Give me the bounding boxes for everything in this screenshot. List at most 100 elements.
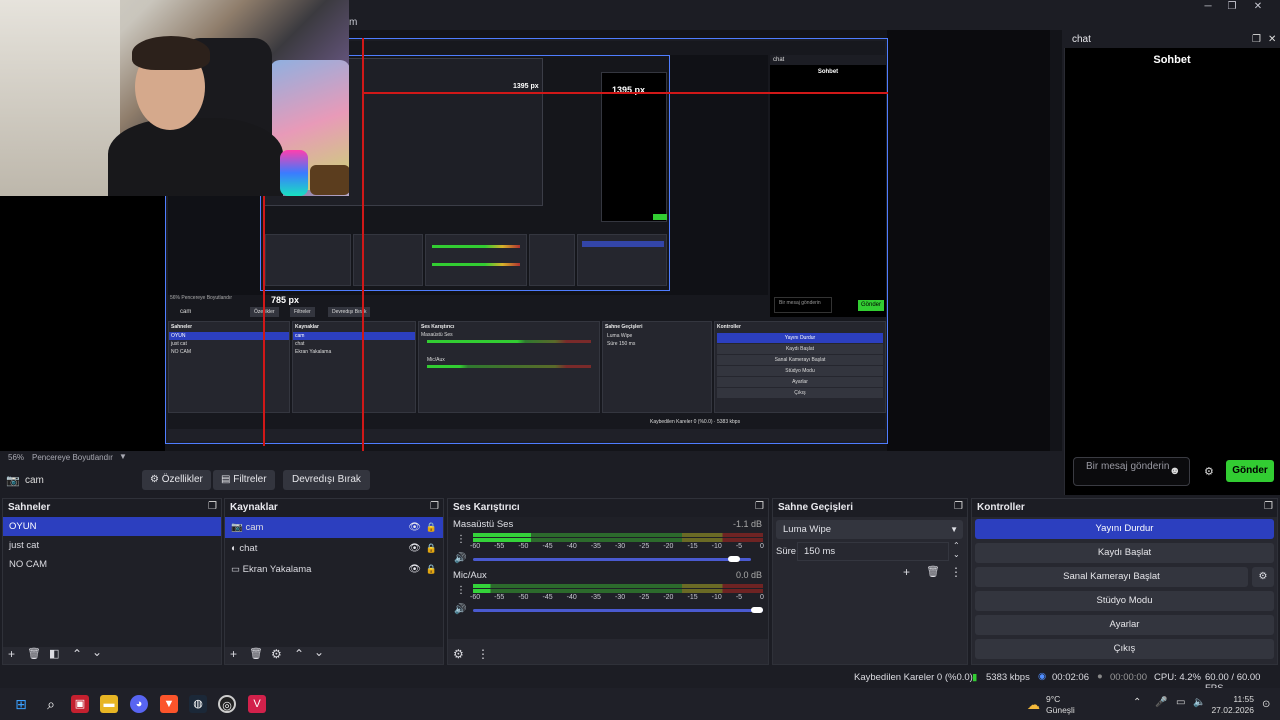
properties-button[interactable]: ⚙ Özellikler xyxy=(142,470,211,490)
speaker-icon[interactable]: 🔊 xyxy=(454,553,466,564)
mic-icon[interactable]: 🎤 xyxy=(1155,697,1167,708)
gear-icon[interactable]: ⚙ xyxy=(453,647,464,661)
source-item[interactable]: ▭ Ekran Yakalama 👁 🔒 xyxy=(225,559,443,580)
scene-item[interactable]: NO CAM xyxy=(3,555,221,574)
close-icon[interactable]: ✕ xyxy=(1268,34,1276,45)
tray-chevron-icon[interactable]: ⌃ xyxy=(1133,697,1141,708)
scene-item[interactable]: OYUN xyxy=(3,517,221,536)
scene-filters-icon[interactable]: ◧ xyxy=(49,647,59,660)
clock-time[interactable]: 11:55 xyxy=(1224,694,1254,704)
guide-line-vertical-2 xyxy=(263,196,265,446)
inner-dock-sources: Kaynaklar cam chat Ekran Yakalama xyxy=(292,321,416,413)
spin-down-icon[interactable]: ⌄ xyxy=(953,550,960,559)
volume-slider-thumb[interactable] xyxy=(751,607,763,613)
eye-icon[interactable]: 👁 xyxy=(408,517,421,538)
record-time: 00:00:00 xyxy=(1110,672,1147,683)
search-icon[interactable]: ⌕ xyxy=(42,695,60,713)
inner-meter-0 xyxy=(427,340,591,343)
undock-icon[interactable]: ❐ xyxy=(1264,501,1273,512)
mixer-dock-title: Ses Karıştırıcı xyxy=(448,499,768,517)
move-up-icon[interactable]: ⌃ xyxy=(294,647,304,661)
gear-icon[interactable]: ⚙ xyxy=(1252,567,1274,587)
discord-icon[interactable]: ◕ xyxy=(130,695,148,713)
exit-button[interactable]: Çıkış xyxy=(975,639,1274,659)
undock-icon[interactable]: ❐ xyxy=(755,501,764,512)
undock-icon[interactable]: ❐ xyxy=(208,501,217,512)
inner-zoom: 56% Pencereye Boyutlandır xyxy=(170,295,232,301)
settings-button[interactable]: Ayarlar xyxy=(975,615,1274,635)
properties-label: Özellikler xyxy=(161,474,203,485)
inner-source-0: cam xyxy=(293,332,415,340)
kebab-menu-icon[interactable]: ⋮ xyxy=(950,565,962,579)
lock-icon[interactable]: 🔒 xyxy=(426,538,437,559)
transition-select[interactable]: Luma Wipe ▼ xyxy=(776,520,963,539)
chevron-down-icon[interactable]: ▼ xyxy=(119,452,127,461)
move-down-icon[interactable]: ⌄ xyxy=(92,645,102,659)
add-source-icon[interactable]: + xyxy=(230,647,237,661)
steam-icon[interactable]: ◍ xyxy=(189,695,207,713)
studio-mode-button[interactable]: Stüdyo Modu xyxy=(975,591,1274,611)
weather-icon: ☁ xyxy=(1027,697,1040,712)
add-transition-icon[interactable]: + xyxy=(903,565,910,579)
minimize-icon[interactable]: ─ xyxy=(1196,0,1220,14)
source-item[interactable]: 📷 cam 👁 🔒 xyxy=(225,517,443,538)
app-icon-red[interactable]: ▣ xyxy=(71,695,89,713)
inner-filters: Filtreler xyxy=(290,307,315,317)
kebab-menu-icon[interactable]: ⋮ xyxy=(456,534,466,545)
undock-icon[interactable]: ❐ xyxy=(954,501,963,512)
clock-date[interactable]: 27.02.2026 xyxy=(1210,705,1254,715)
eye-icon[interactable]: 👁 xyxy=(408,559,421,580)
trash-icon[interactable]: 🗑 xyxy=(249,647,263,660)
valorant-icon[interactable]: V xyxy=(248,695,266,713)
volume-slider-thumb[interactable] xyxy=(727,556,740,562)
stop-streaming-button[interactable]: Yayını Durdur xyxy=(975,519,1274,539)
inner-chat-header: Sohbet xyxy=(817,69,839,75)
kebab-menu-icon[interactable]: ⋮ xyxy=(477,647,489,661)
webcam-source[interactable] xyxy=(0,0,349,196)
move-down-icon[interactable]: ⌄ xyxy=(314,645,324,659)
settings-icon[interactable]: ⚙ xyxy=(1204,465,1214,478)
lock-icon[interactable]: 🔒 xyxy=(426,517,437,538)
emoji-icon[interactable]: ☻ xyxy=(1169,465,1181,477)
undock-icon[interactable]: ❐ xyxy=(1252,34,1261,45)
start-recording-button[interactable]: Kaydı Başlat xyxy=(975,543,1274,563)
windows-start-icon[interactable]: ⊞ xyxy=(12,695,30,713)
zoom-mode-dropdown[interactable]: Pencereye Boyutlandır xyxy=(32,453,113,462)
chat-dock-title: chat xyxy=(1072,34,1091,45)
filters-button[interactable]: ▤ Filtreler xyxy=(213,470,275,490)
trash-icon[interactable]: 🗑 xyxy=(926,565,940,578)
speaker-icon[interactable]: 🔊 xyxy=(454,604,466,615)
source-item[interactable]: ◐ chat 👁 🔒 xyxy=(225,538,443,559)
obs-icon[interactable]: ◎ xyxy=(218,695,236,713)
start-virtual-camera-button[interactable]: Sanal Kamerayı Başlat xyxy=(975,567,1248,587)
chat-send-button[interactable]: Gönder xyxy=(1226,460,1274,482)
kebab-menu-icon[interactable]: ⋮ xyxy=(456,585,466,596)
meter-tick-label: -30 xyxy=(615,543,626,550)
stream-icon: ◉ xyxy=(1038,671,1047,682)
network-icon[interactable]: ▭ xyxy=(1176,697,1185,708)
undock-icon[interactable]: ❐ xyxy=(430,501,439,512)
duration-spinbox[interactable]: 150 ms xyxy=(797,542,949,561)
nested-meter-2 xyxy=(432,263,520,266)
folder-icon[interactable]: ▬ xyxy=(100,695,118,713)
nested-send xyxy=(653,214,667,220)
meter-tick-label: -5 xyxy=(735,543,743,550)
volume-icon[interactable]: 🔈 xyxy=(1193,697,1205,708)
scene-item[interactable]: just cat xyxy=(3,536,221,555)
lock-icon[interactable]: 🔒 xyxy=(426,559,437,580)
gear-icon[interactable]: ⚙ xyxy=(271,647,282,661)
volume-slider[interactable] xyxy=(473,558,751,561)
notification-icon[interactable]: ⊙ xyxy=(1262,699,1270,710)
add-scene-icon[interactable]: + xyxy=(8,647,15,661)
move-up-icon[interactable]: ⌃ xyxy=(72,647,82,661)
inner-source-2: Ekran Yakalama xyxy=(295,349,332,355)
close-icon[interactable]: ✕ xyxy=(1246,0,1270,14)
eye-icon[interactable]: 👁 xyxy=(408,538,421,559)
spin-up-icon[interactable]: ⌃ xyxy=(953,541,960,550)
maximize-icon[interactable]: ❐ xyxy=(1220,0,1244,14)
inner-scene-2: NO CAM xyxy=(171,349,191,355)
volume-slider[interactable] xyxy=(473,609,763,612)
deactivate-button[interactable]: Devredışı Bırak xyxy=(283,470,370,490)
brave-icon[interactable]: ▼ xyxy=(160,695,178,713)
trash-icon[interactable]: 🗑 xyxy=(27,647,41,660)
